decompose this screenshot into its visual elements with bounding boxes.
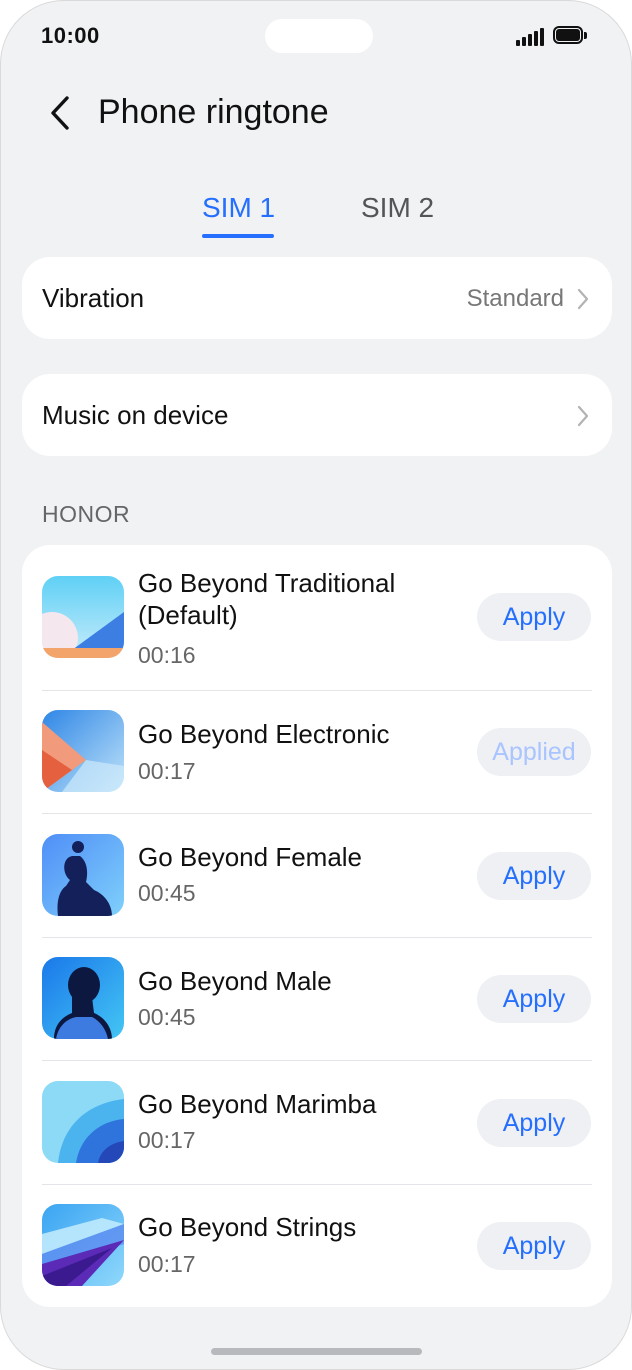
- apply-button[interactable]: Apply: [477, 852, 591, 900]
- chevron-left-icon: [51, 96, 69, 130]
- list-item[interactable]: Go Beyond Female 00:45 Apply: [22, 814, 612, 937]
- ringtone-artwork: [42, 710, 124, 792]
- ringtone-name: Go Beyond Strings: [138, 1212, 357, 1242]
- applied-button[interactable]: Applied: [477, 728, 591, 776]
- ringtone-list: Go Beyond Traditional (Default) 00:16 Ap…: [22, 545, 612, 1307]
- section-title-honor: HONOR: [42, 501, 131, 527]
- ringtone-duration: 00:17: [138, 758, 196, 784]
- ringtone-artwork: [42, 834, 124, 916]
- list-item[interactable]: Go Beyond Marimba 00:17 Apply: [22, 1061, 612, 1184]
- ringtone-duration: 00:45: [138, 880, 196, 906]
- music-on-device-row[interactable]: Music on device: [22, 374, 612, 456]
- tab-active-indicator: [202, 234, 274, 238]
- ringtone-artwork: [42, 957, 124, 1039]
- apply-button[interactable]: Apply: [477, 975, 591, 1023]
- ringtone-name: Go Beyond Female: [138, 842, 363, 872]
- music-on-device-label: Music on device: [42, 400, 229, 430]
- vibration-row[interactable]: Vibration Standard: [22, 257, 612, 339]
- ringtone-duration: 00:17: [138, 1127, 196, 1153]
- tab-sim-1[interactable]: SIM 1: [202, 192, 275, 224]
- apply-button[interactable]: Apply: [477, 1099, 591, 1147]
- apply-button[interactable]: Apply: [477, 593, 591, 641]
- ringtone-duration: 00:45: [138, 1004, 196, 1030]
- camera-notch: [265, 19, 373, 53]
- battery-icon: [553, 26, 587, 46]
- ringtone-name: Go Beyond Male: [138, 966, 332, 996]
- ringtone-duration: 00:17: [138, 1251, 196, 1277]
- apply-button[interactable]: Apply: [477, 1222, 591, 1270]
- ringtone-artwork: [42, 1081, 124, 1163]
- chevron-right-icon: [577, 405, 589, 427]
- list-item[interactable]: Go Beyond Electronic 00:17 Applied: [22, 691, 612, 813]
- status-bar: 10:00: [1, 1, 631, 71]
- status-time: 10:00: [41, 23, 100, 48]
- sim-tabs: SIM 1 SIM 2: [1, 186, 631, 246]
- ringtone-name: Go Beyond Marimba: [138, 1089, 377, 1119]
- list-item[interactable]: Go Beyond Traditional (Default) 00:16 Ap…: [22, 545, 612, 690]
- ringtone-duration: 00:16: [138, 642, 196, 668]
- home-indicator[interactable]: [211, 1348, 422, 1355]
- ringtone-name: Go Beyond Traditional (Default): [138, 568, 396, 630]
- page-title: Phone ringtone: [98, 93, 329, 131]
- ringtone-name: Go Beyond Electronic: [138, 719, 390, 749]
- phone-frame: 10:00 Phone ringtone SIM 1 SIM 2 Vibrati…: [0, 0, 632, 1370]
- vibration-label: Vibration: [42, 283, 145, 313]
- list-item[interactable]: Go Beyond Male 00:45 Apply: [22, 938, 612, 1060]
- ringtone-artwork: [42, 576, 124, 658]
- vibration-value: Standard: [466, 285, 564, 312]
- ringtone-artwork: [42, 1204, 124, 1286]
- chevron-right-icon: [577, 288, 589, 310]
- tab-sim-2[interactable]: SIM 2: [361, 192, 434, 224]
- list-item[interactable]: Go Beyond Strings 00:17 Apply: [22, 1185, 612, 1307]
- back-button[interactable]: [41, 93, 81, 133]
- signal-bars-icon: [516, 28, 546, 46]
- header: Phone ringtone: [1, 81, 631, 145]
